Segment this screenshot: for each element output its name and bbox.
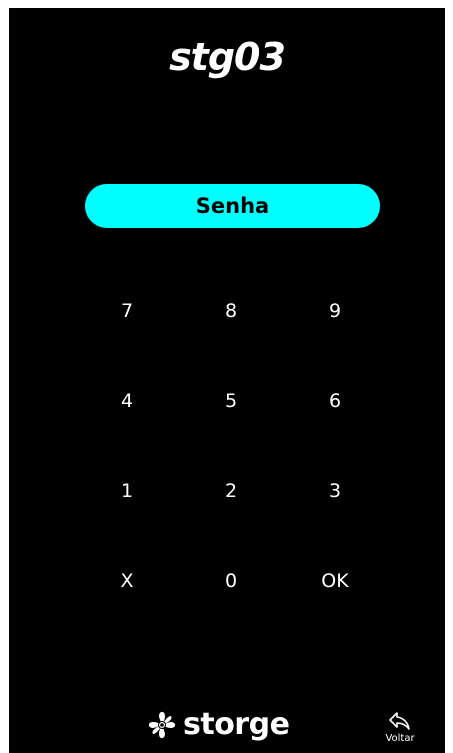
fan-icon	[148, 711, 176, 739]
device-name: stg03	[169, 35, 286, 79]
key-8[interactable]: 8	[179, 266, 283, 356]
key-1[interactable]: 1	[75, 446, 179, 536]
key-ok[interactable]: OK	[283, 536, 387, 626]
key-4[interactable]: 4	[75, 356, 179, 446]
return-arrow-icon	[389, 712, 410, 730]
key-0[interactable]: 0	[179, 536, 283, 626]
key-6[interactable]: 6	[283, 356, 387, 446]
brand-logo: storge	[147, 705, 290, 745]
key-5[interactable]: 5	[179, 356, 283, 446]
login-screen: stg03 Senha 7 8 9 4 5 6 1 2 3 X 0 OK sto…	[9, 8, 445, 753]
numeric-keypad: 7 8 9 4 5 6 1 2 3 X 0 OK	[75, 266, 387, 626]
key-9[interactable]: 9	[283, 266, 387, 356]
key-3[interactable]: 3	[283, 446, 387, 536]
password-field[interactable]: Senha	[85, 184, 380, 228]
key-7[interactable]: 7	[75, 266, 179, 356]
brand-name: storge	[183, 707, 290, 742]
key-2[interactable]: 2	[179, 446, 283, 536]
key-clear[interactable]: X	[75, 536, 179, 626]
back-button[interactable]: Voltar	[379, 710, 421, 750]
back-label: Voltar	[385, 733, 415, 744]
